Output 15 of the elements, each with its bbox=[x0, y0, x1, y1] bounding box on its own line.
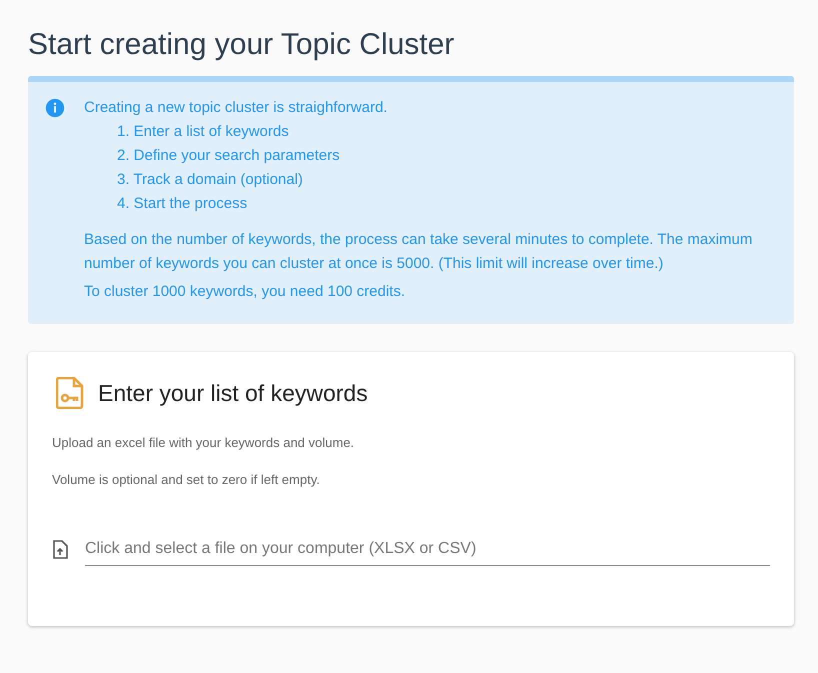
page-title: Start creating your Topic Cluster bbox=[28, 27, 454, 63]
step-item: 4. Start the process bbox=[117, 194, 248, 214]
step-item: 2. Define your search parameters bbox=[117, 146, 340, 166]
key-document-icon bbox=[56, 377, 84, 410]
alert-note: Based on the number of keywords, the process can take several minutes to complete. The maximum number of keywords you can cluster at once is 5000. (This limit will increase over time.) bbox=[84, 230, 754, 274]
alert-note: To cluster 1000 keywords, you need 100 credits. bbox=[84, 282, 406, 302]
step-item: 3. Track a domain (optional) bbox=[117, 170, 303, 190]
card-description: Upload an excel file with your keywords and volume. bbox=[52, 434, 354, 452]
info-icon bbox=[44, 97, 66, 119]
alert-intro: Creating a new topic cluster is straighforward. bbox=[84, 98, 388, 118]
card-heading: Enter your list of keywords bbox=[98, 379, 368, 408]
card-description: Volume is optional and set to zero if left empty. bbox=[52, 471, 320, 489]
file-upload-icon bbox=[52, 540, 68, 560]
step-item: 1. Enter a list of keywords bbox=[117, 122, 289, 142]
file-input-field[interactable]: Click and select a file on your computer (XLSX or CSV) bbox=[85, 534, 770, 566]
